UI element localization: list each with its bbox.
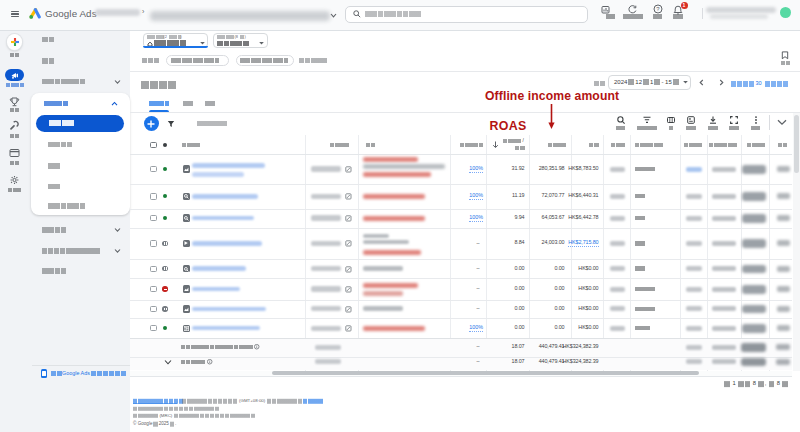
svg-text:?: ?: [656, 6, 660, 12]
